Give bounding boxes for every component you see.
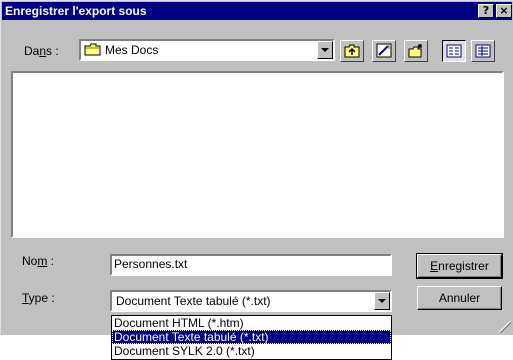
chevron-down-icon[interactable]: [374, 292, 390, 310]
folder-icon: [84, 43, 102, 60]
filetype-label: Type :: [22, 291, 55, 305]
location-value: Mes Docs: [105, 43, 159, 57]
save-button[interactable]: Enregistrer: [416, 253, 503, 279]
close-button[interactable]: ×: [496, 4, 512, 18]
up-one-level-button[interactable]: [340, 40, 364, 62]
filetype-label-accel: T: [22, 291, 29, 305]
location-label-part: Da: [24, 44, 40, 58]
filetype-value: Document Texte tabulé (*.txt): [116, 294, 271, 308]
filename-input[interactable]: [114, 257, 386, 271]
list-view-button[interactable]: [442, 40, 466, 62]
filetype-combo[interactable]: Document Texte tabulé (*.txt): [110, 290, 392, 312]
save-label-part: nregistrer: [438, 259, 489, 273]
filename-label-part: No: [22, 254, 38, 268]
cancel-button[interactable]: Annuler: [417, 286, 502, 310]
filename-field[interactable]: [110, 254, 392, 276]
resize-grip[interactable]: [499, 321, 511, 333]
filetype-option[interactable]: Document SYLK 2.0 (*.txt): [112, 344, 391, 358]
filename-label: Nom :: [22, 254, 54, 268]
filetype-dropdown-list[interactable]: Document HTML (*.htm) Document Texte tab…: [111, 315, 392, 360]
location-label: Dans :: [24, 44, 59, 58]
details-view-button[interactable]: [471, 40, 495, 62]
save-label-accel: E: [430, 259, 439, 273]
window-title: Enregistrer l'export sous: [5, 4, 147, 18]
filetype-label-part: ype :: [28, 291, 55, 305]
desktop-button[interactable]: [372, 40, 396, 62]
filetype-option-selected[interactable]: Document Texte tabulé (*.txt): [112, 330, 391, 344]
filename-label-accel: m: [37, 254, 48, 268]
chevron-down-icon[interactable]: [317, 41, 333, 59]
help-button[interactable]: ?: [478, 4, 494, 18]
location-label-part: s :: [46, 44, 59, 58]
title-bar[interactable]: Enregistrer l'export sous ? ×: [2, 2, 512, 20]
save-export-dialog: Enregistrer l'export sous ? × Dans : Mes…: [0, 0, 513, 335]
file-list[interactable]: [11, 71, 504, 238]
location-combo[interactable]: Mes Docs: [79, 39, 335, 61]
new-folder-button[interactable]: [404, 40, 428, 62]
filename-label-part: :: [47, 254, 55, 268]
filetype-option[interactable]: Document HTML (*.htm): [112, 316, 391, 330]
